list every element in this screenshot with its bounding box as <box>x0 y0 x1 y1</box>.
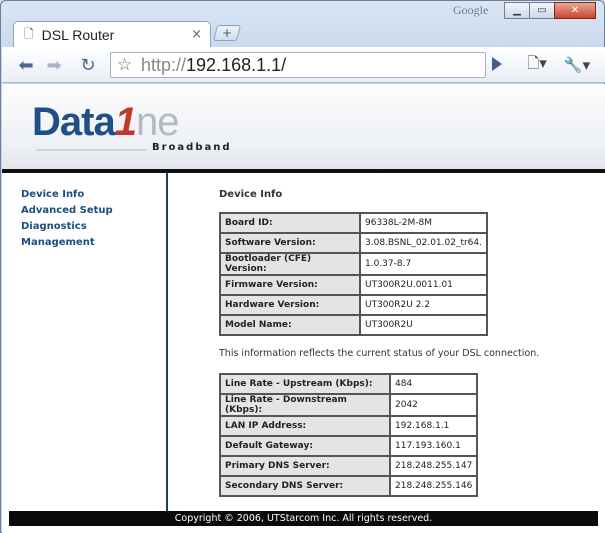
dataone-logo: Data1ne Broadband <box>32 100 230 153</box>
url-text[interactable]: http://192.168.1.1/ <box>141 55 286 76</box>
browser-window: Google ▁ ▭ ✕ 🗋 DSL Router × + ⬅ ➡ ↻ ☆ ht… <box>0 0 605 533</box>
reload-icon[interactable]: ↻ <box>76 53 100 77</box>
toolbar: ⬅ ➡ ↻ ☆ http://192.168.1.1/ 🗋▾ 🔧▾ <box>2 47 605 83</box>
logo-text-ne: ne <box>135 100 179 144</box>
table-row: Primary DNS Server: 218.248.255.147 <box>219 455 479 477</box>
table-row: Default Gateway: 117.193.160.1 <box>219 435 479 457</box>
page-title: Device Info <box>219 189 283 200</box>
tab-title: DSL Router <box>41 27 115 43</box>
go-arrow-icon[interactable] <box>492 57 502 71</box>
row-value: UT300R2U.0011.01 <box>359 274 488 296</box>
close-window-button[interactable]: ✕ <box>554 2 596 19</box>
table-row: LAN IP Address: 192.168.1.1 <box>219 415 479 437</box>
row-value: UT300R2U 2.2 <box>359 294 488 316</box>
row-value: 218.248.255.146 <box>388 475 479 497</box>
row-key: Model Name: <box>219 314 361 336</box>
row-value: 117.193.160.1 <box>388 435 479 457</box>
table-row: Firmware Version: UT300R2U.0011.01 <box>219 274 488 296</box>
new-tab-button[interactable]: + <box>212 25 242 41</box>
url-host: 192.168.1.1/ <box>186 55 287 75</box>
logo-subtitle: Broadband <box>152 142 232 153</box>
copyright-footer: Copyright © 2006, UTStarcom Inc. All rig… <box>9 511 598 526</box>
logo-swoosh-icon: 1 <box>114 100 137 144</box>
logo-underline <box>36 149 146 151</box>
nav-device-info[interactable]: Device Info <box>21 187 166 203</box>
row-value: 218.248.255.147 <box>388 455 479 477</box>
table-row: Secondary DNS Server: 218.248.255.146 <box>219 475 479 497</box>
device-info-table: Board ID: 96338L-2M-8M Software Version: 3… <box>219 212 488 336</box>
main-content: Device Info Board ID: 96338L-2M-8M Softwa… <box>170 173 605 511</box>
row-key: Default Gateway: <box>219 435 391 457</box>
table-row: Software Version: 3.08.BSNL_02.01.02_tr64… <box>219 232 488 254</box>
row-key: Secondary DNS Server: <box>219 475 391 497</box>
maximize-button[interactable]: ▭ <box>529 2 555 19</box>
tab-close-icon[interactable]: × <box>191 27 202 42</box>
nav-diagnostics[interactable]: Diagnostics <box>21 219 166 235</box>
star-icon[interactable]: ☆ <box>117 55 132 75</box>
minimize-button[interactable]: ▁ <box>504 2 530 19</box>
row-key: Line Rate - Downstream (Kbps): <box>219 393 391 417</box>
row-value: 1.0.37-8.7 <box>359 252 488 276</box>
row-value: 2042 <box>388 393 479 417</box>
tab-dsl-router[interactable]: 🗋 DSL Router × <box>13 21 211 48</box>
page-icon: 🗋 <box>24 26 34 41</box>
url-scheme: http:// <box>141 55 187 75</box>
row-key: LAN IP Address: <box>219 415 391 437</box>
browser-brand: Google <box>453 3 489 17</box>
back-arrow-icon[interactable]: ⬅ <box>14 53 38 77</box>
table-row: Line Rate - Upstream (Kbps): 484 <box>219 373 479 395</box>
row-key: Hardware Version: <box>219 294 361 316</box>
row-key: Primary DNS Server: <box>219 455 391 477</box>
nav-management[interactable]: Management <box>21 235 166 251</box>
row-value: UT300R2U <box>359 314 488 336</box>
page-menu-icon[interactable]: 🗋▾ <box>520 53 554 77</box>
forward-arrow-icon[interactable]: ➡ <box>42 53 66 77</box>
wrench-menu-icon[interactable]: 🔧▾ <box>560 53 594 77</box>
table-row: Bootloader (CFE) Version: 1.0.37-8.7 <box>219 252 488 276</box>
sidebar-nav: Device Info Advanced Setup Diagnostics M… <box>2 173 168 511</box>
table-row: Model Name: UT300R2U <box>219 314 488 336</box>
table-row: Hardware Version: UT300R2U 2.2 <box>219 294 488 316</box>
address-bar[interactable]: ☆ http://192.168.1.1/ <box>110 52 486 78</box>
row-value: 484 <box>388 373 479 395</box>
row-key: Software Version: <box>219 232 361 254</box>
row-value: 3.08.BSNL_02.01.02_tr64. <box>359 232 488 254</box>
logo-text-data: Data <box>32 100 116 144</box>
row-key: Line Rate - Upstream (Kbps): <box>219 373 391 395</box>
table-row: Line Rate - Downstream (Kbps): 2042 <box>219 393 479 417</box>
nav-advanced-setup[interactable]: Advanced Setup <box>21 203 166 219</box>
plus-icon: + <box>221 26 233 40</box>
table-row: Board ID: 96338L-2M-8M <box>219 212 488 234</box>
connection-status-table: Line Rate - Upstream (Kbps): 484 Line Rat… <box>219 373 479 497</box>
status-info-text: This information reflects the current st… <box>219 348 540 359</box>
row-key: Bootloader (CFE) Version: <box>219 252 361 276</box>
page-viewport: Data1ne Broadband Device Info Advanced S… <box>2 84 605 533</box>
row-key: Board ID: <box>219 212 361 234</box>
router-banner: Data1ne Broadband <box>2 84 605 170</box>
row-value: 192.168.1.1 <box>388 415 479 437</box>
row-value: 96338L-2M-8M <box>359 212 488 234</box>
row-key: Firmware Version: <box>219 274 361 296</box>
window-controls: ▁ ▭ ✕ <box>504 2 596 19</box>
